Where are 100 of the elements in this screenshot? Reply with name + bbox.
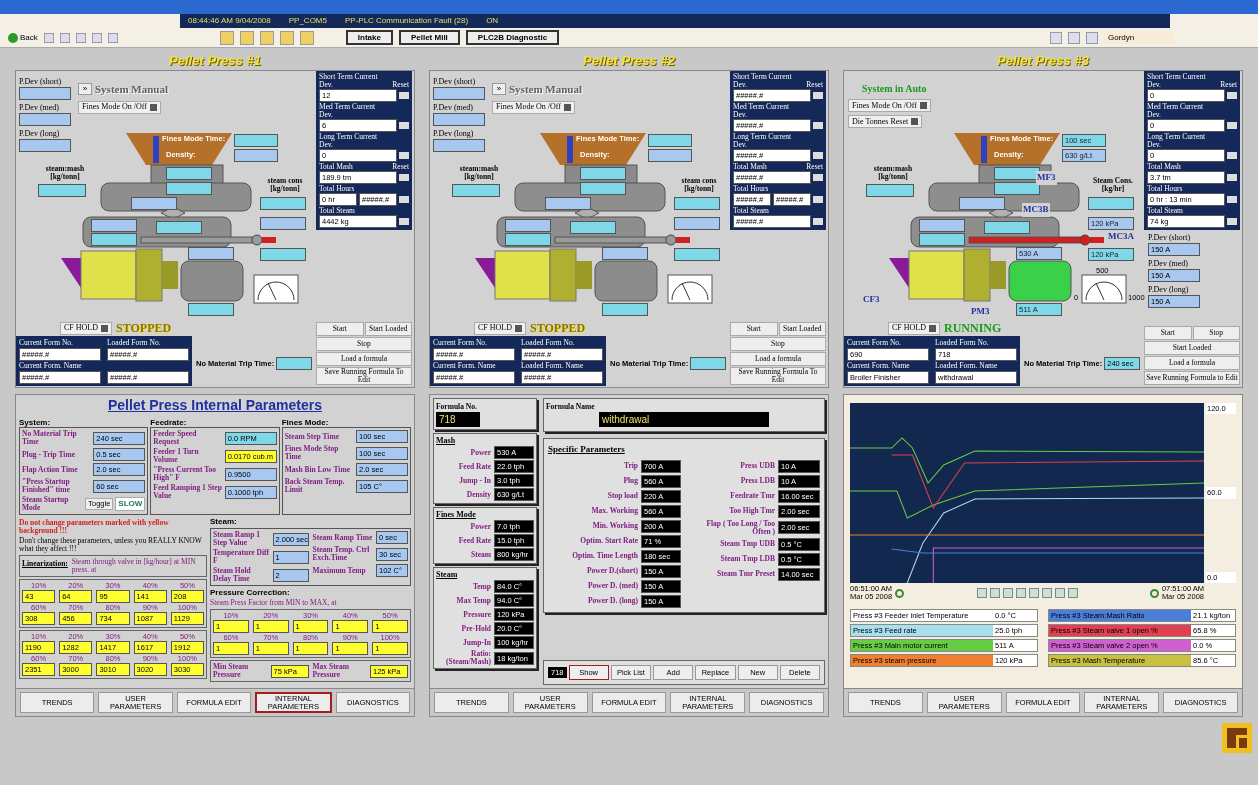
reading-field bbox=[452, 184, 500, 197]
reading-field bbox=[984, 221, 1030, 234]
reading-field bbox=[866, 184, 914, 197]
reading-field bbox=[234, 134, 278, 147]
reading-field bbox=[602, 303, 648, 316]
equipment-tag: MC3B bbox=[1022, 203, 1050, 217]
mode-label: System Manual bbox=[95, 82, 169, 97]
reading-field bbox=[1088, 197, 1134, 210]
chart-tool-button[interactable] bbox=[1041, 588, 1052, 598]
reading-field bbox=[166, 167, 212, 180]
pdev-label: P.Dev (short) bbox=[19, 77, 63, 87]
indicator-icon bbox=[515, 324, 522, 332]
hold-button[interactable]: CF HOLD bbox=[60, 321, 112, 335]
toolbar-icon-button[interactable] bbox=[75, 32, 86, 43]
status-text: ON bbox=[486, 15, 499, 27]
toolbar-icon-button[interactable] bbox=[1068, 31, 1080, 44]
mode-label: System in Auto bbox=[861, 82, 928, 96]
reading-field bbox=[260, 217, 306, 230]
reading-field bbox=[260, 248, 306, 261]
mode-toggle-button[interactable]: » bbox=[492, 83, 506, 96]
chart-tool-button[interactable] bbox=[1054, 588, 1065, 598]
switch-button[interactable]: Fines Mode On /Off bbox=[492, 100, 575, 114]
screen-button[interactable]: PLC2B Diagnostic bbox=[465, 30, 560, 45]
box-title: Fines Mode bbox=[436, 510, 477, 520]
section-title: Steam: bbox=[210, 517, 238, 526]
gauge-drawing bbox=[253, 274, 299, 304]
pdev-label: P.Dev (short) bbox=[1148, 233, 1192, 243]
chart-tool-button[interactable] bbox=[976, 588, 987, 598]
pdev-label: P.Dev (long) bbox=[1148, 285, 1190, 295]
toolbar-icon-button[interactable] bbox=[43, 32, 54, 43]
switch-button[interactable]: Fines Mode On /Off bbox=[848, 99, 931, 112]
logo-icon bbox=[1222, 723, 1252, 753]
panel-title: Pellet Press #3 bbox=[996, 52, 1090, 70]
hold-button[interactable]: CF HOLD bbox=[888, 321, 940, 335]
forward-icon bbox=[1149, 588, 1159, 598]
indicator-icon bbox=[911, 118, 919, 125]
status-text: PP_COM5 bbox=[288, 15, 327, 27]
pdev-field bbox=[19, 139, 71, 152]
gauge-drawing bbox=[1081, 274, 1127, 304]
toolbar-icon-button[interactable] bbox=[219, 30, 234, 45]
reading-field bbox=[674, 197, 720, 210]
panel-title: Pellet Press #1 bbox=[168, 52, 262, 70]
toolbar-icon-button[interactable] bbox=[279, 30, 294, 45]
toolbar-icon-button[interactable] bbox=[1086, 31, 1098, 44]
reading-field bbox=[919, 219, 965, 232]
reading-field bbox=[674, 248, 720, 261]
gauge-drawing bbox=[667, 274, 713, 304]
reading-field bbox=[580, 167, 626, 180]
equipment-tag: MF3 bbox=[1036, 171, 1057, 185]
status-text: 08:44:46 AM 9/04/2008 bbox=[188, 15, 271, 27]
section-title: Feedrate: bbox=[150, 418, 188, 427]
pdev-label: P.Dev (long) bbox=[19, 129, 61, 139]
pdev-label: P.Dev (med) bbox=[19, 103, 60, 113]
pdev-label: P.Dev (med) bbox=[433, 103, 474, 113]
indicator-icon bbox=[563, 103, 571, 111]
reading-field bbox=[156, 221, 202, 234]
chart-tool-button[interactable] bbox=[1028, 588, 1039, 598]
screen-button[interactable]: Pellet Mill bbox=[398, 30, 460, 45]
trip-time-field bbox=[276, 357, 313, 370]
toolbar-icon-button[interactable] bbox=[259, 30, 274, 45]
reading-field bbox=[260, 197, 306, 210]
user-name: Gordyn bbox=[1104, 31, 1174, 44]
screen-button[interactable]: Intake bbox=[345, 30, 393, 45]
toolbar-icon-button[interactable] bbox=[59, 32, 70, 43]
box-title: Mash bbox=[436, 436, 457, 446]
pdev-field bbox=[433, 139, 485, 152]
formula-number: 718 bbox=[436, 412, 480, 428]
section-title: System: bbox=[19, 418, 52, 427]
chart-tool-button[interactable] bbox=[989, 588, 1000, 598]
pdev-field bbox=[19, 113, 71, 126]
toolbar-icon-button[interactable] bbox=[239, 30, 254, 45]
status-text: PP-PLC Communication Fault (28) bbox=[344, 15, 469, 27]
chart-tool-button[interactable] bbox=[1015, 588, 1026, 598]
run-state: STOPPED bbox=[530, 320, 586, 337]
section-title: Fines Mode: bbox=[281, 418, 330, 427]
mode-toggle-button[interactable]: » bbox=[78, 83, 92, 96]
mode-label: System Manual bbox=[509, 82, 583, 97]
pdev-field bbox=[433, 113, 485, 126]
toolbar-icon-button[interactable] bbox=[107, 32, 118, 43]
pdev-field bbox=[433, 87, 485, 100]
section-title: Pressure Correction: bbox=[210, 588, 291, 597]
back-button[interactable]: Back bbox=[8, 31, 38, 44]
reading-field bbox=[674, 217, 720, 230]
pdev-label: P.Dev (short) bbox=[433, 77, 477, 87]
toolbar-icon-button[interactable] bbox=[1050, 31, 1062, 44]
panel-heading: Pellet Press Internal Parameters bbox=[107, 396, 323, 415]
reading-field bbox=[91, 219, 137, 232]
panel-title: Pellet Press #2 bbox=[582, 52, 676, 70]
switch-button[interactable]: Fines Mode On /Off bbox=[78, 100, 161, 114]
indicator-icon bbox=[101, 324, 108, 332]
hold-button[interactable]: CF HOLD bbox=[474, 321, 526, 335]
toolbar-icon-button[interactable] bbox=[91, 32, 102, 43]
switch-button[interactable]: Die Tonnes Reset bbox=[848, 115, 923, 128]
chart-tool-button[interactable] bbox=[1067, 588, 1078, 598]
run-state: STOPPED bbox=[116, 320, 172, 337]
trip-time-field bbox=[690, 357, 727, 370]
toolbar-icon-button[interactable] bbox=[299, 30, 314, 45]
reading-field bbox=[188, 303, 234, 316]
chart-tool-button[interactable] bbox=[1002, 588, 1013, 598]
reading-field bbox=[648, 149, 692, 162]
